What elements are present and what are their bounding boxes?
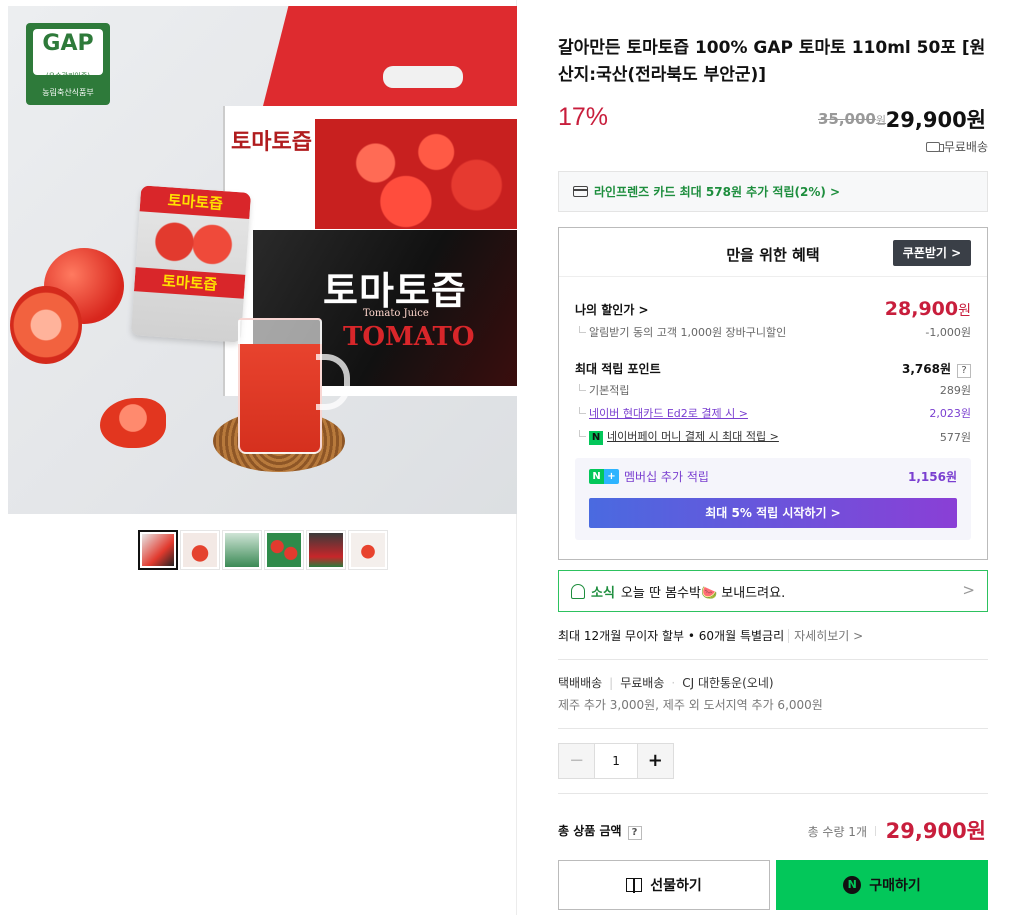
quantity-stepper: − 1 + bbox=[558, 743, 674, 779]
main-product-image[interactable]: GAP (우수관리인증) 농림축산식품부 토마토즙 토마토즙 Tomato Ju… bbox=[8, 6, 517, 514]
news-text: 오늘 딴 봄수박🍉 보내드려요. bbox=[620, 585, 786, 601]
total-help-icon[interactable]: ? bbox=[627, 826, 642, 840]
alarm-discount-row: 알림받기 동의 고객 1,000원 장바구니할인 -1,000원 bbox=[575, 324, 971, 340]
card-points-value: 2,023원 bbox=[929, 407, 971, 420]
gap-logo-text: GAP bbox=[42, 31, 94, 56]
product-title: 갈아만든 토마토즙 100% GAP 토마토 110ml 50포 [원산지:국산… bbox=[558, 38, 986, 85]
thumbnail-6[interactable] bbox=[348, 530, 388, 570]
my-discount-price: 28,900원 bbox=[885, 298, 971, 320]
card-points-row: 네이버 현대카드 Ed2로 결제 시 > 2,023원 bbox=[575, 405, 971, 421]
npay-points-value: 577원 bbox=[939, 430, 971, 444]
points-row: 최대 적립 포인트 3,768원? bbox=[575, 358, 971, 378]
buy-button[interactable]: N 구매하기 bbox=[776, 860, 988, 910]
npay-points-link[interactable]: N 네이버페이 머니 결제 시 최대 적립 > bbox=[575, 428, 779, 445]
news-banner[interactable]: 소식 오늘 딴 봄수박🍉 보내드려요. > bbox=[558, 570, 988, 612]
npay-points-label: 네이버페이 머니 결제 시 최대 적립 > bbox=[607, 430, 779, 443]
installment-text: 최대 12개월 무이자 할부 • 60개월 특별금리 bbox=[558, 629, 785, 643]
gift-icon bbox=[626, 877, 643, 893]
my-discount-row: 나의 할인가 > 28,900원 bbox=[575, 298, 971, 320]
news-tag: 소식 bbox=[591, 585, 615, 601]
quantity-value[interactable]: 1 bbox=[594, 744, 638, 778]
product-gallery: GAP (우수관리인증) 농림축산식품부 토마토즙 토마토즙 Tomato Ju… bbox=[0, 0, 517, 915]
delivery-extra-fee: 제주 추가 3,000원, 제주 외 도서지역 추가 6,000원 bbox=[558, 698, 823, 712]
npay-icon: N bbox=[589, 431, 603, 445]
free-shipping-badge: 무료배송 bbox=[925, 138, 988, 155]
delivery-info: 택배배송 | 무료배송 · CJ 대한통운(오네) bbox=[558, 676, 774, 690]
buy-button-label: 구매하기 bbox=[869, 878, 921, 894]
box-title-en: Tomato Juice bbox=[363, 308, 429, 319]
npay-points-row: N 네이버페이 머니 결제 시 최대 적립 > 577원 bbox=[575, 428, 971, 445]
thumbnail-4[interactable] bbox=[264, 530, 304, 570]
tomato-wedge-image bbox=[100, 398, 166, 448]
delivery-type: 택배배송 bbox=[558, 676, 603, 690]
membership-label: 멤버십 추가 적립 bbox=[624, 470, 709, 484]
naver-n-icon: N bbox=[843, 876, 862, 894]
total-label-text: 총 상품 금액 bbox=[558, 824, 622, 838]
pouch-mid-label: 토마토즙 bbox=[133, 267, 246, 299]
card-promo-link[interactable]: 라인프렌즈 카드 최대 578원 추가 적립(2%) > bbox=[558, 171, 988, 212]
gift-button[interactable]: 선물하기 bbox=[558, 860, 770, 910]
quantity-plus-button[interactable]: + bbox=[637, 744, 674, 778]
my-discount-unit: 원 bbox=[958, 303, 971, 319]
gap-certification-logo: GAP (우수관리인증) 농림축산식품부 bbox=[26, 23, 110, 105]
quantity-minus-button[interactable]: − bbox=[559, 744, 595, 778]
alarm-discount-value: -1,000원 bbox=[925, 326, 971, 339]
thumbnail-strip bbox=[138, 530, 388, 570]
benefit-panel: 만을 위한 혜택 쿠폰받기 > 나의 할인가 > 28,900원 알림받기 동의… bbox=[558, 227, 988, 560]
box-side-label: 토마토즙 bbox=[231, 129, 312, 155]
my-discount-value: 28,900 bbox=[884, 298, 959, 320]
juice-glass-image bbox=[238, 318, 322, 454]
thumbnail-3[interactable] bbox=[222, 530, 262, 570]
juice-pouch-illustration: 토마토즙 토마토즙 bbox=[130, 185, 252, 343]
total-label: 총 상품 금액? bbox=[558, 822, 642, 840]
box-title: 토마토즙 bbox=[323, 268, 467, 313]
total-price: 29,900원 bbox=[885, 819, 986, 843]
my-discount-link[interactable]: 나의 할인가 > bbox=[575, 301, 649, 318]
original-price-value: 35,000 bbox=[817, 110, 876, 128]
basic-points-label: 기본적립 bbox=[575, 382, 629, 398]
membership-box: N + 멤버십 추가 적립 1,156원 최대 5% 적립 시작하기 > bbox=[575, 458, 971, 540]
installment-more-link[interactable]: 자세히보기 > bbox=[788, 629, 864, 643]
naver-plus-icon: N + bbox=[589, 469, 619, 484]
box-brand: TOMATO bbox=[343, 322, 475, 352]
membership-value: 1,156원 bbox=[908, 470, 957, 484]
basic-points-row: 기본적립 289원 bbox=[575, 382, 971, 398]
naver-plus-plus: + bbox=[604, 469, 619, 484]
sale-price: 29,900원 bbox=[885, 108, 986, 132]
points-value: 3,768원 bbox=[902, 362, 951, 376]
delivery-fee: 무료배송 bbox=[620, 676, 665, 690]
tomato-half-image bbox=[10, 286, 82, 364]
chevron-right-icon: > bbox=[962, 581, 975, 599]
delivery-carrier: CJ 대한통운(오네) bbox=[682, 676, 774, 690]
gap-logo-foot: 농림축산식품부 bbox=[42, 88, 94, 97]
points-label: 최대 적립 포인트 bbox=[575, 361, 661, 376]
original-price-unit: 원 bbox=[875, 114, 886, 127]
thumbnail-2[interactable] bbox=[180, 530, 220, 570]
card-promo-text: 라인프렌즈 카드 최대 578원 추가 적립(2%) > bbox=[594, 185, 841, 199]
discount-rate: 17% bbox=[558, 103, 609, 131]
bell-icon bbox=[571, 583, 585, 599]
installment-info: 최대 12개월 무이자 할부 • 60개월 특별금리 자세히보기 > bbox=[558, 627, 864, 644]
card-points-link[interactable]: 네이버 현대카드 Ed2로 결제 시 > bbox=[575, 405, 748, 421]
basic-points-value: 289원 bbox=[939, 384, 971, 397]
total-count: 총 수량 1개 bbox=[808, 823, 876, 840]
thumbnail-1[interactable] bbox=[138, 530, 178, 570]
membership-start-button[interactable]: 최대 5% 적립 시작하기 > bbox=[589, 498, 957, 528]
points-help-icon[interactable]: ? bbox=[957, 364, 971, 378]
truck-icon bbox=[925, 141, 944, 152]
coupon-button[interactable]: 쿠폰받기 > bbox=[893, 240, 971, 266]
naver-plus-n: N bbox=[589, 469, 604, 484]
gift-button-label: 선물하기 bbox=[650, 878, 702, 894]
gap-logo-sub: (우수관리인증) bbox=[45, 72, 91, 80]
thumbnail-5[interactable] bbox=[306, 530, 346, 570]
credit-card-icon bbox=[573, 186, 588, 197]
glass-handle bbox=[316, 354, 350, 410]
free-shipping-text: 무료배송 bbox=[943, 140, 988, 154]
original-price: 35,000원 bbox=[818, 110, 886, 128]
alarm-discount-label: 알림받기 동의 고객 1,000원 장바구니할인 bbox=[575, 324, 786, 340]
